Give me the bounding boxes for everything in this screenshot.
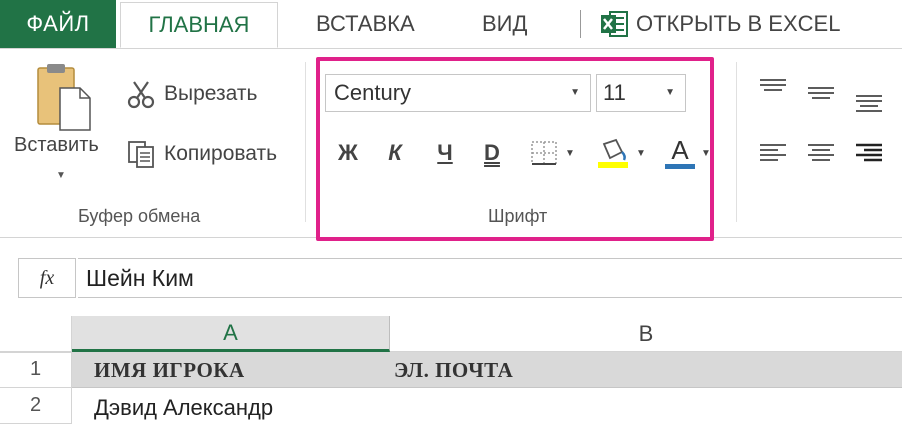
excel-icon xyxy=(601,11,628,37)
row-header-1[interactable]: 1 xyxy=(0,352,72,388)
copy-icon xyxy=(128,141,154,168)
fill-color-button[interactable]: ▼ xyxy=(592,134,650,172)
cell-a1[interactable]: ИМЯ ИГРОКА xyxy=(94,352,245,388)
tab-home[interactable]: ГЛАВНАЯ xyxy=(120,2,278,48)
font-size-select[interactable]: 11 ▼ xyxy=(596,74,686,112)
align-top-icon[interactable] xyxy=(758,76,788,98)
column-header-a[interactable]: A xyxy=(72,316,390,352)
tab-file[interactable]: ФАЙЛ xyxy=(0,0,116,48)
group-divider xyxy=(736,62,737,222)
scissors-icon xyxy=(127,81,155,109)
font-name-value: Century xyxy=(334,80,412,105)
chevron-down-icon[interactable]: ▼ xyxy=(636,148,646,159)
align-bottom-icon[interactable] xyxy=(854,92,884,114)
borders-icon xyxy=(531,141,557,165)
cut-label: Вырезать xyxy=(164,82,258,105)
borders-button[interactable]: ▼ xyxy=(522,134,582,172)
chevron-down-icon[interactable]: ▼ xyxy=(701,148,711,159)
font-color-label: A xyxy=(671,134,689,165)
select-all-corner[interactable] xyxy=(0,316,72,352)
row-header-2[interactable]: 2 xyxy=(0,388,72,424)
chevron-down-icon[interactable]: ▼ xyxy=(565,148,575,159)
paste-icon[interactable] xyxy=(10,62,100,132)
align-left-icon[interactable] xyxy=(758,142,788,164)
font-name-select[interactable]: Century ▼ xyxy=(325,74,591,112)
formula-input[interactable]: Шейн Ким xyxy=(78,258,902,298)
tab-view[interactable]: ВИД xyxy=(482,0,527,48)
align-right-icon[interactable] xyxy=(854,142,884,164)
font-color-icon: A xyxy=(665,134,696,169)
group-divider xyxy=(305,62,306,222)
double-underline-label: D xyxy=(484,140,500,165)
chevron-down-icon[interactable]: ▼ xyxy=(665,87,675,98)
font-color-swatch xyxy=(665,163,696,169)
paste-button-label[interactable]: Вставить xyxy=(14,134,99,157)
copy-label: Копировать xyxy=(164,142,278,165)
font-size-value: 11 xyxy=(603,80,626,105)
cell-b1[interactable]: ЭЛ. ПОЧТА xyxy=(394,352,513,388)
open-in-excel-button[interactable]: ОТКРЫТЬ В EXCEL xyxy=(600,0,840,48)
paste-dropdown-icon[interactable]: ▼ xyxy=(56,170,66,181)
tab-divider xyxy=(580,10,581,38)
cut-button[interactable]: Вырезать xyxy=(126,78,257,110)
chevron-down-icon[interactable]: ▼ xyxy=(570,87,580,98)
tab-insert[interactable]: ВСТАВКА xyxy=(316,0,415,48)
clipboard-group-label: Буфер обмена xyxy=(78,206,201,226)
cell-a2[interactable]: Дэвид Александр xyxy=(94,390,273,426)
italic-button[interactable]: К xyxy=(378,134,412,172)
column-header-b[interactable]: B xyxy=(390,316,902,352)
align-middle-icon[interactable] xyxy=(806,84,836,106)
underline-button[interactable]: Ч xyxy=(428,134,462,172)
underline-label: Ч xyxy=(437,140,453,165)
copy-button[interactable]: Копировать xyxy=(126,138,277,170)
fill-bucket-icon xyxy=(598,138,629,168)
insert-function-button[interactable]: fx xyxy=(18,258,76,298)
align-center-icon[interactable] xyxy=(806,142,836,164)
font-color-button[interactable]: A ▼ xyxy=(660,134,716,172)
font-group-label: Шрифт xyxy=(488,206,548,226)
double-underline-button[interactable]: D xyxy=(475,134,509,172)
open-in-excel-label: ОТКРЫТЬ В EXCEL xyxy=(636,11,841,36)
bold-button[interactable]: Ж xyxy=(330,134,366,172)
